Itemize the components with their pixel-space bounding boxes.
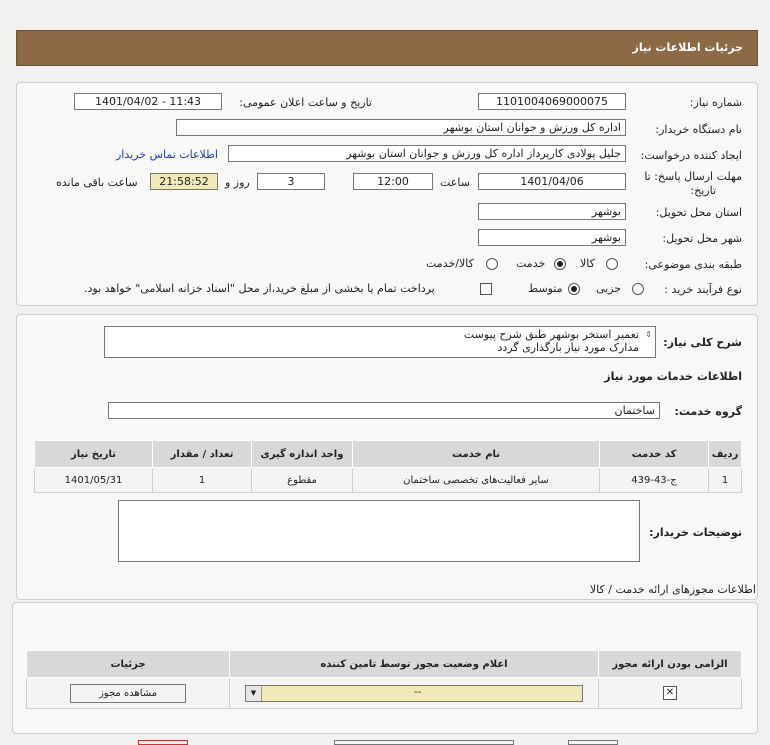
summary-field: ⇕ تعمیر استخر بوشهر طبق شرح پیوست مدارک … [104, 326, 656, 358]
col-qty: تعداد / مقدار [152, 440, 252, 468]
permit-status-cell: -- ▼ [229, 677, 599, 709]
buyer-org-label: نام دستگاه خریدار: [655, 123, 742, 136]
permit-status-select[interactable]: -- ▼ [245, 684, 583, 702]
buyer-contact-link[interactable]: اطلاعات تماس خریدار [116, 148, 218, 161]
cell-row: 1 [708, 467, 742, 493]
col-permit-required: الزامی بودن ارائه مجوز [598, 650, 742, 678]
chevron-down-icon[interactable]: ▼ [246, 685, 262, 701]
days-field: 3 [257, 173, 325, 190]
col-name: نام خدمت [352, 440, 600, 468]
category-radio-goods-service[interactable] [486, 258, 498, 270]
need-number-field: 1101004069000075 [478, 93, 626, 110]
city-field: بوشهر [478, 229, 626, 246]
category-option-goods: کالا [580, 257, 595, 270]
col-date: تاریخ نیاز [34, 440, 153, 468]
permit-details-cell: مشاهده مجوز [26, 677, 230, 709]
page-header: جزئیات اطلاعات نیاز [16, 30, 758, 66]
col-permit-status: اعلام وضعیت مجوز توسط تامین کننده [229, 650, 599, 678]
deadline-label-2: تاریخ: [690, 184, 716, 197]
deadline-time-label: ساعت [440, 176, 470, 189]
summary-label: شرح کلی نیاز: [663, 336, 742, 349]
deadline-label: مهلت ارسال پاسخ: تا [644, 170, 742, 183]
requester-field: جلیل پولادی کارپرداز اداره کل ورزش و جوا… [228, 145, 626, 162]
process-label: نوع فرآیند خرید : [664, 283, 742, 296]
category-radio-goods[interactable] [606, 258, 618, 270]
summary-scroll-icon[interactable]: ⇕ [645, 328, 652, 341]
province-label: استان محل تحویل: [655, 206, 742, 219]
permits-table-header: الزامی بودن ارائه مجوز اعلام وضعیت مجوز … [26, 650, 742, 678]
footer-button-middle[interactable] [334, 740, 514, 745]
cell-qty: 1 [152, 467, 252, 493]
footer-button-right[interactable] [568, 740, 618, 745]
category-option-goods-service: کالا/خدمت [426, 257, 474, 270]
need-number-label: شماره نیاز: [689, 96, 742, 109]
days-label: روز و [225, 176, 250, 189]
announce-field: 1401/04/02 - 11:43 [74, 93, 222, 110]
payment-note: پرداخت تمام یا بخشی از مبلغ خرید،از محل … [84, 282, 435, 295]
process-radio-medium[interactable] [568, 283, 580, 295]
announce-label: تاریخ و ساعت اعلان عمومی: [239, 96, 372, 109]
cell-code: ج-43-439 [599, 467, 709, 493]
col-row: ردیف [708, 440, 742, 468]
remaining-label: ساعت باقی مانده [56, 176, 138, 189]
permit-required-cell: ✕ [598, 677, 742, 709]
cell-name: سایر فعالیت‌های تخصصی ساختمان [352, 467, 600, 493]
table-row: ✕ -- ▼ مشاهده مجوز [26, 677, 742, 709]
process-option-medium: متوسط [528, 282, 563, 295]
permit-required-checkbox[interactable]: ✕ [663, 686, 677, 700]
permit-status-value: -- [414, 686, 422, 698]
province-field: بوشهر [478, 203, 626, 220]
process-radio-minor[interactable] [632, 283, 644, 295]
city-label: شهر محل تحویل: [662, 232, 742, 245]
col-permit-details: جزئیات [26, 650, 230, 678]
services-table-header: ردیف کد خدمت نام خدمت واحد اندازه گیری ت… [34, 440, 742, 468]
col-code: کد خدمت [599, 440, 709, 468]
footer-button-left[interactable] [138, 740, 188, 745]
permits-table: الزامی بودن ارائه مجوز اعلام وضعیت مجوز … [26, 650, 742, 709]
buyer-notes-label: توضیحات خریدار: [649, 526, 742, 539]
requester-label: ایجاد کننده درخواست: [640, 149, 742, 162]
remaining-time-field: 21:58:52 [150, 173, 218, 190]
need-info-panel [16, 82, 758, 306]
service-group-field: ساختمان [108, 402, 660, 419]
buyer-notes-field [118, 500, 640, 562]
category-option-service: خدمت [516, 257, 546, 270]
services-table: ردیف کد خدمت نام خدمت واحد اندازه گیری ت… [34, 440, 742, 493]
cell-unit: مقطوع [251, 467, 353, 493]
category-radio-service[interactable] [554, 258, 566, 270]
treasury-checkbox[interactable] [480, 283, 492, 295]
category-label: طبقه بندی موضوعی: [644, 258, 742, 271]
summary-line-1: تعمیر استخر بوشهر طبق شرح پیوست [463, 328, 639, 341]
cell-date: 1401/05/31 [34, 467, 153, 493]
deadline-time-field: 12:00 [353, 173, 433, 190]
col-unit: واحد اندازه گیری [251, 440, 353, 468]
services-section-title: اطلاعات خدمات مورد نیاز [604, 370, 742, 383]
process-option-minor: جزیی [596, 282, 622, 295]
view-permit-button[interactable]: مشاهده مجوز [70, 683, 186, 703]
page-title: جزئیات اطلاعات نیاز [632, 41, 744, 54]
deadline-date-field: 1401/04/06 [478, 173, 626, 190]
summary-line-2: مدارک مورد نیاز بارگذاری گردد [497, 341, 639, 354]
service-group-label: گروه خدمت: [674, 405, 742, 418]
buyer-org-field: اداره کل ورزش و جوانان استان بوشهر [176, 119, 626, 136]
permits-section-title: اطلاعات مجوزهای ارائه خدمت / کالا [589, 583, 756, 596]
table-row: 1 ج-43-439 سایر فعالیت‌های تخصصی ساختمان… [34, 467, 742, 493]
